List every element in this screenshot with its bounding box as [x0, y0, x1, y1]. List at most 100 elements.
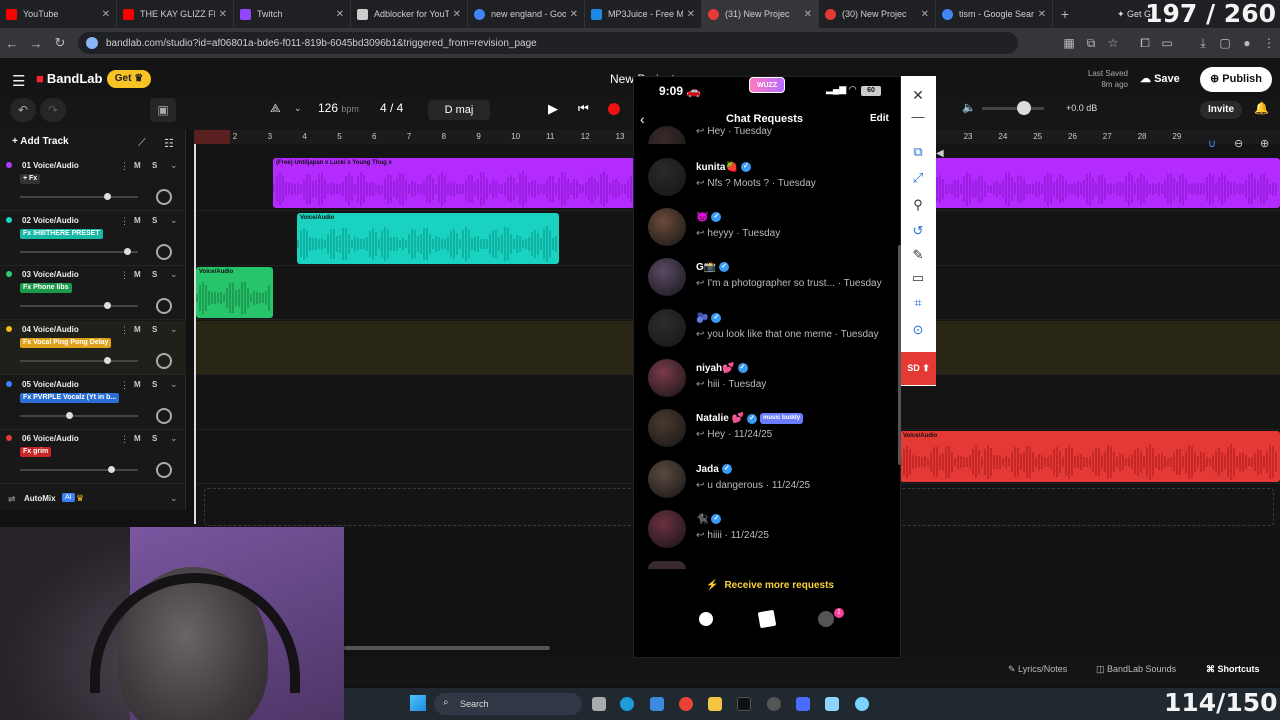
avatar[interactable]	[648, 510, 686, 548]
zoom-out-icon[interactable]: ⊖	[1234, 137, 1243, 150]
store-icon[interactable]	[650, 697, 664, 711]
reload-icon[interactable]: ↻	[48, 35, 72, 51]
lyrics-notes-button[interactable]: ✎ Lyrics/Notes	[1008, 664, 1067, 675]
profile-avatar-icon[interactable]	[818, 611, 834, 627]
new-tab-button[interactable]: +	[1053, 0, 1077, 28]
chevron-down-icon[interactable]: ⌄	[170, 160, 178, 171]
avatar[interactable]	[648, 158, 686, 196]
forward-arrow-icon[interactable]: →	[24, 36, 48, 51]
metronome-icon[interactable]: ⟁	[270, 101, 281, 116]
time-signature[interactable]: 4 / 4	[380, 101, 403, 115]
menu-dots-icon[interactable]: ⋮	[1258, 36, 1280, 50]
redo-icon[interactable]: ↷	[40, 98, 66, 122]
bandlab-sounds-button[interactable]: ◫ BandLab Sounds	[1096, 664, 1176, 675]
install-icon[interactable]: ⧉	[1080, 36, 1102, 51]
chat-request-item[interactable]: ↩ Hey · Tuesday	[646, 126, 896, 144]
solo-button[interactable]: S	[152, 270, 157, 279]
zoom-in-icon[interactable]: ⊕	[1260, 137, 1269, 150]
fx-chip[interactable]: + Fx	[20, 174, 41, 184]
mixer-icon[interactable]: ▣	[150, 98, 176, 122]
solo-button[interactable]: S	[152, 216, 157, 225]
close-icon[interactable]: ✕	[219, 9, 227, 20]
mute-button[interactable]: M	[134, 270, 141, 279]
chevron-down-icon[interactable]: ⌄	[170, 433, 178, 444]
chevron-down-icon[interactable]: ⌄	[170, 269, 178, 280]
tiktok-icon[interactable]	[737, 697, 751, 711]
bell-icon[interactable]: 🔔	[1254, 101, 1269, 115]
avatar[interactable]	[648, 309, 686, 347]
track-header[interactable]: 05 Voice/Audio Fx PVRPLE Vocalz (Yt in b.…	[0, 376, 186, 430]
extensions-icon[interactable]: ⧠	[1134, 36, 1156, 51]
track-name[interactable]: 01 Voice/Audio	[22, 161, 79, 170]
track-volume-fader[interactable]	[20, 469, 138, 471]
browser-tab[interactable]: Adblocker for YouTu ✕	[351, 0, 468, 28]
browser-tab[interactable]: YouTube ✕	[0, 0, 117, 28]
download-icon[interactable]: ⤓	[1192, 36, 1214, 51]
record-button[interactable]	[608, 103, 620, 115]
close-icon[interactable]: ✕	[921, 9, 929, 20]
url-field[interactable]: bandlab.com/studio?id=af06801a-bde6-f011…	[78, 32, 1018, 54]
get-membership-button[interactable]: Get ♛	[107, 70, 151, 88]
pan-knob[interactable]	[156, 462, 172, 478]
screenshot-icon[interactable]: ⧉	[908, 144, 928, 160]
avatar[interactable]	[648, 561, 686, 569]
bandlab-logo[interactable]: ■ BandLab	[36, 71, 102, 86]
track-volume-fader[interactable]	[20, 360, 138, 362]
mute-button[interactable]: M	[134, 216, 141, 225]
mute-button[interactable]: M	[134, 434, 141, 443]
close-icon[interactable]: ✕	[336, 9, 344, 20]
shortcuts-button[interactable]: ⌘ Shortcuts	[1206, 664, 1260, 675]
windows-start-icon[interactable]	[410, 695, 426, 711]
track-header[interactable]: 04 Voice/Audio Fx Vocal Ping Pong Delay ⋮ M…	[0, 321, 186, 375]
browser-tab[interactable]: Twitch ✕	[234, 0, 351, 28]
playhead[interactable]	[194, 144, 196, 524]
file-explorer-icon[interactable]	[708, 697, 722, 711]
close-icon[interactable]: ✕	[570, 9, 578, 20]
chat-request-item[interactable]: niyah💕 ✓ ↩ hiii · Tuesday	[646, 359, 896, 409]
browser-tab[interactable]: THE KAY GLIZZ FRE ✕	[117, 0, 234, 28]
avatar[interactable]	[648, 409, 686, 447]
cards-icon[interactable]	[757, 609, 777, 629]
browser-tab[interactable]: MP3Juice - Free MP ✕	[585, 0, 702, 28]
track-name[interactable]: 05 Voice/Audio	[22, 380, 79, 389]
track-volume-knob[interactable]	[66, 412, 73, 419]
browser-tab-active[interactable]: (31) New Projec ✕	[702, 0, 819, 28]
track-volume-knob[interactable]	[124, 248, 131, 255]
chat-request-item[interactable]: Jada ✓ ↩ u dangerous · 11/24/25	[646, 460, 896, 510]
chat-request-item[interactable]: Natalie 💕 ✓ music buddy ↩ Hey · 11/24/25	[646, 409, 896, 459]
track-menu-icon[interactable]: ⋮	[120, 161, 129, 172]
close-icon[interactable]: ✕	[804, 9, 812, 20]
track-volume-fader[interactable]	[20, 196, 138, 198]
taskbar-search[interactable]: Search	[434, 693, 582, 715]
magnet-icon[interactable]: ∪	[1208, 137, 1216, 150]
bookmark-star-icon[interactable]: ☆	[1102, 36, 1124, 50]
browser-tab[interactable]: tism - Google Sear ✕	[936, 0, 1053, 28]
track-volume-knob[interactable]	[104, 357, 111, 364]
master-volume-knob[interactable]	[1017, 101, 1031, 115]
pencil-icon[interactable]: ✎	[908, 247, 928, 263]
audio-clip[interactable]: Voice/Audio	[297, 213, 559, 264]
chat-bubble-icon[interactable]	[699, 612, 713, 626]
solo-button[interactable]: S	[152, 161, 157, 170]
close-icon[interactable]: ✕	[687, 9, 695, 20]
solo-button[interactable]: S	[152, 380, 157, 389]
skip-back-icon[interactable]: ⏮	[578, 101, 589, 116]
collapse-chevron-icon[interactable]: ◀	[936, 148, 944, 159]
sidebar-icon[interactable]: ▢	[1214, 36, 1236, 50]
track-header[interactable]: 02 Voice/Audio Fx IH8ITHERE PRESET ⋮ M S ⌄	[0, 212, 186, 266]
fx-chip[interactable]: Fx PVRPLE Vocalz (Yt in b...	[20, 393, 120, 403]
chat-request-item[interactable]: 🫐 ✓ ↩ you look like that one meme · Tuesday	[646, 309, 896, 359]
mute-button[interactable]: M	[134, 161, 141, 170]
chevron-down-icon[interactable]: ⌄	[170, 493, 178, 504]
audio-clip[interactable]: Voice/Audio	[900, 431, 1280, 482]
undo-icon[interactable]: ↶	[10, 98, 36, 122]
loop-region[interactable]	[194, 130, 230, 144]
browser-tab[interactable]: new england - Goo ✕	[468, 0, 585, 28]
fx-chip[interactable]: Fx Vocal Ping Pong Delay	[20, 338, 112, 348]
avatar[interactable]	[648, 359, 686, 397]
pan-knob[interactable]	[156, 298, 172, 314]
mute-button[interactable]: M	[134, 325, 141, 334]
track-volume-fader[interactable]	[20, 305, 138, 307]
task-view-icon[interactable]	[592, 697, 606, 711]
close-icon[interactable]: ✕	[102, 9, 110, 20]
